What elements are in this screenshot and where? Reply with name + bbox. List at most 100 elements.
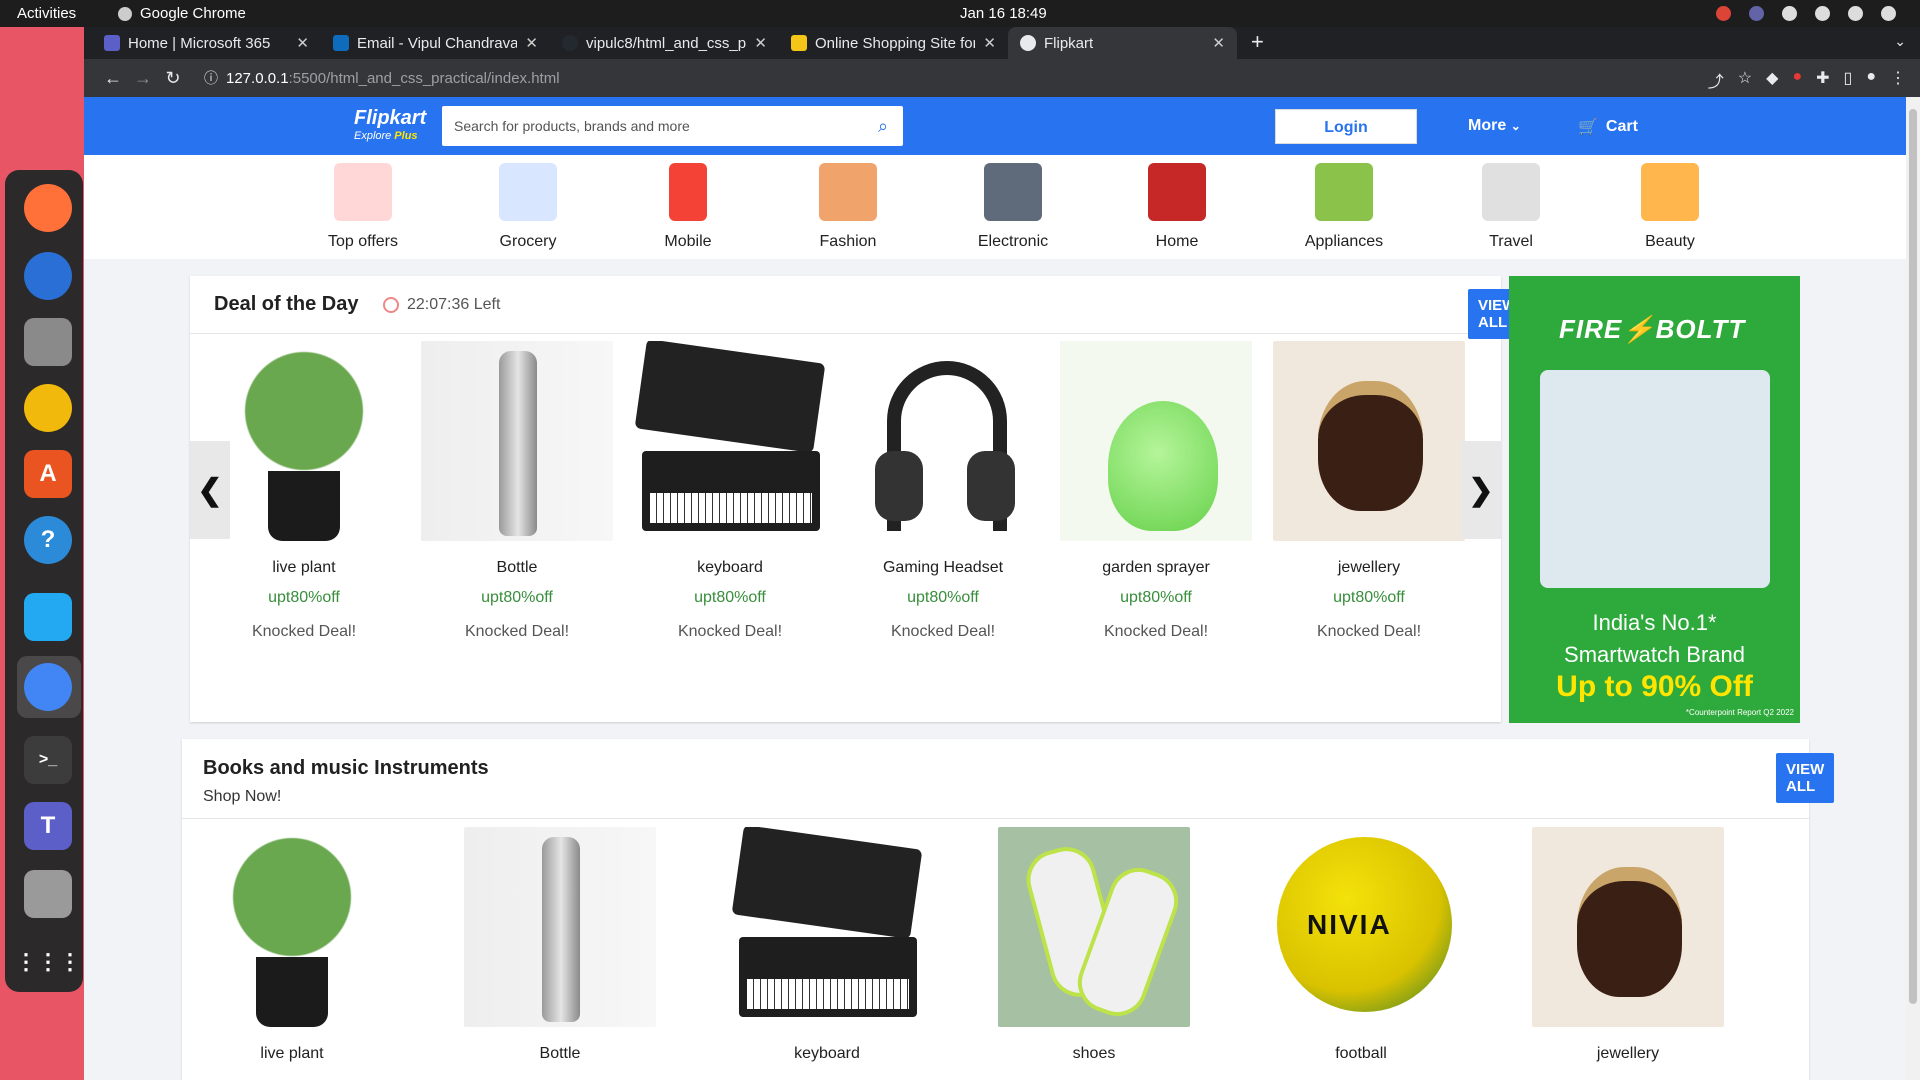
tab-online-shopping[interactable]: Online Shopping Site for ✕ — [779, 27, 1008, 59]
back-icon[interactable]: ← — [98, 68, 128, 89]
tab-flipkart[interactable]: Flipkart ✕ — [1008, 27, 1237, 59]
product-card[interactable]: jewellery upt80%off Knocked Deal! — [1269, 341, 1469, 641]
deal-timer: 22:07:36 Left — [383, 296, 500, 314]
tab-strip: Home | Microsoft 365 ✕ Email - Vipul Cha… — [84, 27, 1920, 59]
product-image — [998, 827, 1190, 1027]
product-card[interactable]: jewellery — [1528, 827, 1728, 1063]
category-travel[interactable]: Travel — [1451, 163, 1571, 251]
product-card[interactable]: Bottle upt80%off Knocked Deal! — [417, 341, 617, 641]
forward-icon[interactable]: → — [128, 68, 158, 89]
software-icon[interactable]: A — [24, 450, 72, 498]
category-home[interactable]: Home — [1117, 163, 1237, 251]
product-card[interactable]: keyboard — [727, 827, 927, 1063]
category-label: Beauty — [1645, 233, 1695, 250]
scrollbar-thumb[interactable] — [1909, 109, 1917, 1004]
product-card[interactable]: Gaming Headset upt80%off Knocked Deal! — [843, 341, 1043, 641]
search-icon[interactable]: ⌕ — [863, 116, 903, 137]
product-image — [464, 827, 656, 1027]
chrome-icon — [118, 6, 132, 21]
login-button[interactable]: Login — [1275, 109, 1417, 144]
page-scrollbar[interactable] — [1906, 97, 1920, 1080]
product-name: jewellery — [1596, 1045, 1660, 1062]
banner-line-2: Smartwatch Brand — [1564, 642, 1745, 667]
terminal-icon[interactable]: >_ — [24, 736, 72, 784]
product-offer: upt80%off — [694, 589, 766, 606]
tab-github[interactable]: vipulc8/html_and_css_pra ✕ — [550, 27, 779, 59]
vscode-icon[interactable] — [24, 593, 72, 641]
product-image — [731, 827, 923, 1027]
category-beauty[interactable]: Beauty — [1610, 163, 1730, 251]
firefox-icon[interactable] — [24, 184, 72, 232]
product-card[interactable]: keyboard upt80%off Knocked Deal! — [630, 341, 830, 641]
tab-email[interactable]: Email - Vipul Chandravadi ✕ — [321, 27, 550, 59]
url-host: 127.0.0.1 — [226, 69, 289, 87]
product-note: Knocked Deal! — [1103, 623, 1209, 640]
product-card[interactable]: NIVIA football — [1261, 827, 1461, 1063]
tab-search-icon[interactable]: ⌄ — [1894, 33, 1906, 50]
flipkart-favicon — [791, 35, 807, 51]
search-input[interactable] — [454, 118, 863, 134]
carousel-next-button[interactable]: ❯ — [1461, 441, 1501, 539]
app-menu[interactable]: Google Chrome — [118, 5, 246, 22]
bookmark-star-icon[interactable]: ☆ — [1738, 68, 1752, 92]
puzzle-icon[interactable]: ✚ — [1816, 68, 1829, 92]
night-light-icon[interactable] — [1782, 6, 1797, 21]
cart-link[interactable]: 🛒 Cart — [1578, 117, 1638, 137]
product-card[interactable]: live plant upt80%off Knocked Deal! — [204, 341, 404, 641]
product-offer: upt80%off — [268, 589, 340, 606]
close-icon[interactable]: ✕ — [525, 34, 538, 52]
close-icon[interactable]: ✕ — [1212, 34, 1225, 52]
thunderbird-icon[interactable] — [24, 252, 72, 300]
category-mobile[interactable]: Mobile — [628, 163, 748, 251]
category-fashion[interactable]: Fashion — [788, 163, 908, 251]
extension-red-icon[interactable]: ● — [1792, 68, 1802, 92]
teams-icon[interactable]: T — [24, 802, 72, 850]
close-icon[interactable]: ✕ — [983, 34, 996, 52]
product-card[interactable]: garden sprayer upt80%off Knocked Deal! — [1056, 341, 1256, 641]
close-icon[interactable]: ✕ — [296, 34, 309, 52]
volume-icon[interactable] — [1848, 6, 1863, 21]
system-tray[interactable] — [1716, 6, 1896, 21]
fireboltt-ad-banner[interactable]: FIRE⚡BOLTT India's No.1* Smartwatch Bran… — [1509, 276, 1800, 723]
sidepanel-icon[interactable]: ▯ — [1844, 68, 1853, 92]
help-icon[interactable]: ? — [24, 516, 72, 564]
product-card[interactable]: Bottle — [460, 827, 660, 1063]
category-appliances[interactable]: Appliances — [1284, 163, 1404, 251]
category-electronic[interactable]: Electronic — [953, 163, 1073, 251]
info-icon[interactable]: ⓘ — [204, 68, 218, 88]
address-bar[interactable]: ⓘ 127.0.0.1:5500/html_and_css_practical/… — [204, 68, 560, 88]
section-subtitle: Shop Now! — [203, 788, 282, 805]
product-name: Bottle — [496, 559, 538, 576]
menu-icon[interactable]: ⋮ — [1890, 68, 1906, 92]
product-card[interactable]: live plant — [192, 827, 392, 1063]
category-top-offers[interactable]: Top offers — [303, 163, 423, 251]
files-icon[interactable] — [24, 318, 72, 366]
view-all-button[interactable]: VIEW ALL — [1776, 753, 1835, 803]
home-icon — [1148, 163, 1206, 221]
trash-icon[interactable] — [24, 870, 72, 918]
product-name: football — [1335, 1045, 1387, 1062]
extension-icon[interactable]: ◆ — [1766, 68, 1778, 92]
clock[interactable]: Jan 16 18:49 — [960, 5, 1047, 22]
product-card[interactable]: shoes — [994, 827, 1194, 1063]
chrome-tray-icon[interactable] — [1716, 6, 1731, 21]
reload-icon[interactable]: ↻ — [158, 68, 188, 89]
activities-button[interactable]: Activities — [17, 5, 76, 22]
share-icon[interactable]: ⤴ — [1708, 68, 1724, 92]
category-grocery[interactable]: Grocery — [468, 163, 588, 251]
rhythmbox-icon[interactable] — [24, 384, 72, 432]
carousel-prev-button[interactable]: ❮ — [190, 441, 230, 539]
more-menu[interactable]: More ⌄ — [1468, 117, 1521, 135]
network-icon[interactable] — [1815, 6, 1830, 21]
product-image — [1532, 827, 1724, 1027]
show-apps-icon[interactable]: ⋮⋮⋮ — [15, 938, 81, 986]
power-icon[interactable] — [1881, 6, 1896, 21]
cart-label: Cart — [1605, 118, 1638, 135]
close-icon[interactable]: ✕ — [754, 34, 767, 52]
flipkart-logo[interactable]: Flipkart Explore Plus — [354, 107, 426, 142]
tab-microsoft-365[interactable]: Home | Microsoft 365 ✕ — [92, 27, 321, 59]
teams-tray-icon[interactable] — [1749, 6, 1764, 21]
chrome-dock-icon[interactable] — [24, 663, 72, 711]
profile-icon[interactable]: ● — [1866, 68, 1876, 92]
new-tab-button[interactable]: + — [1237, 27, 1278, 59]
